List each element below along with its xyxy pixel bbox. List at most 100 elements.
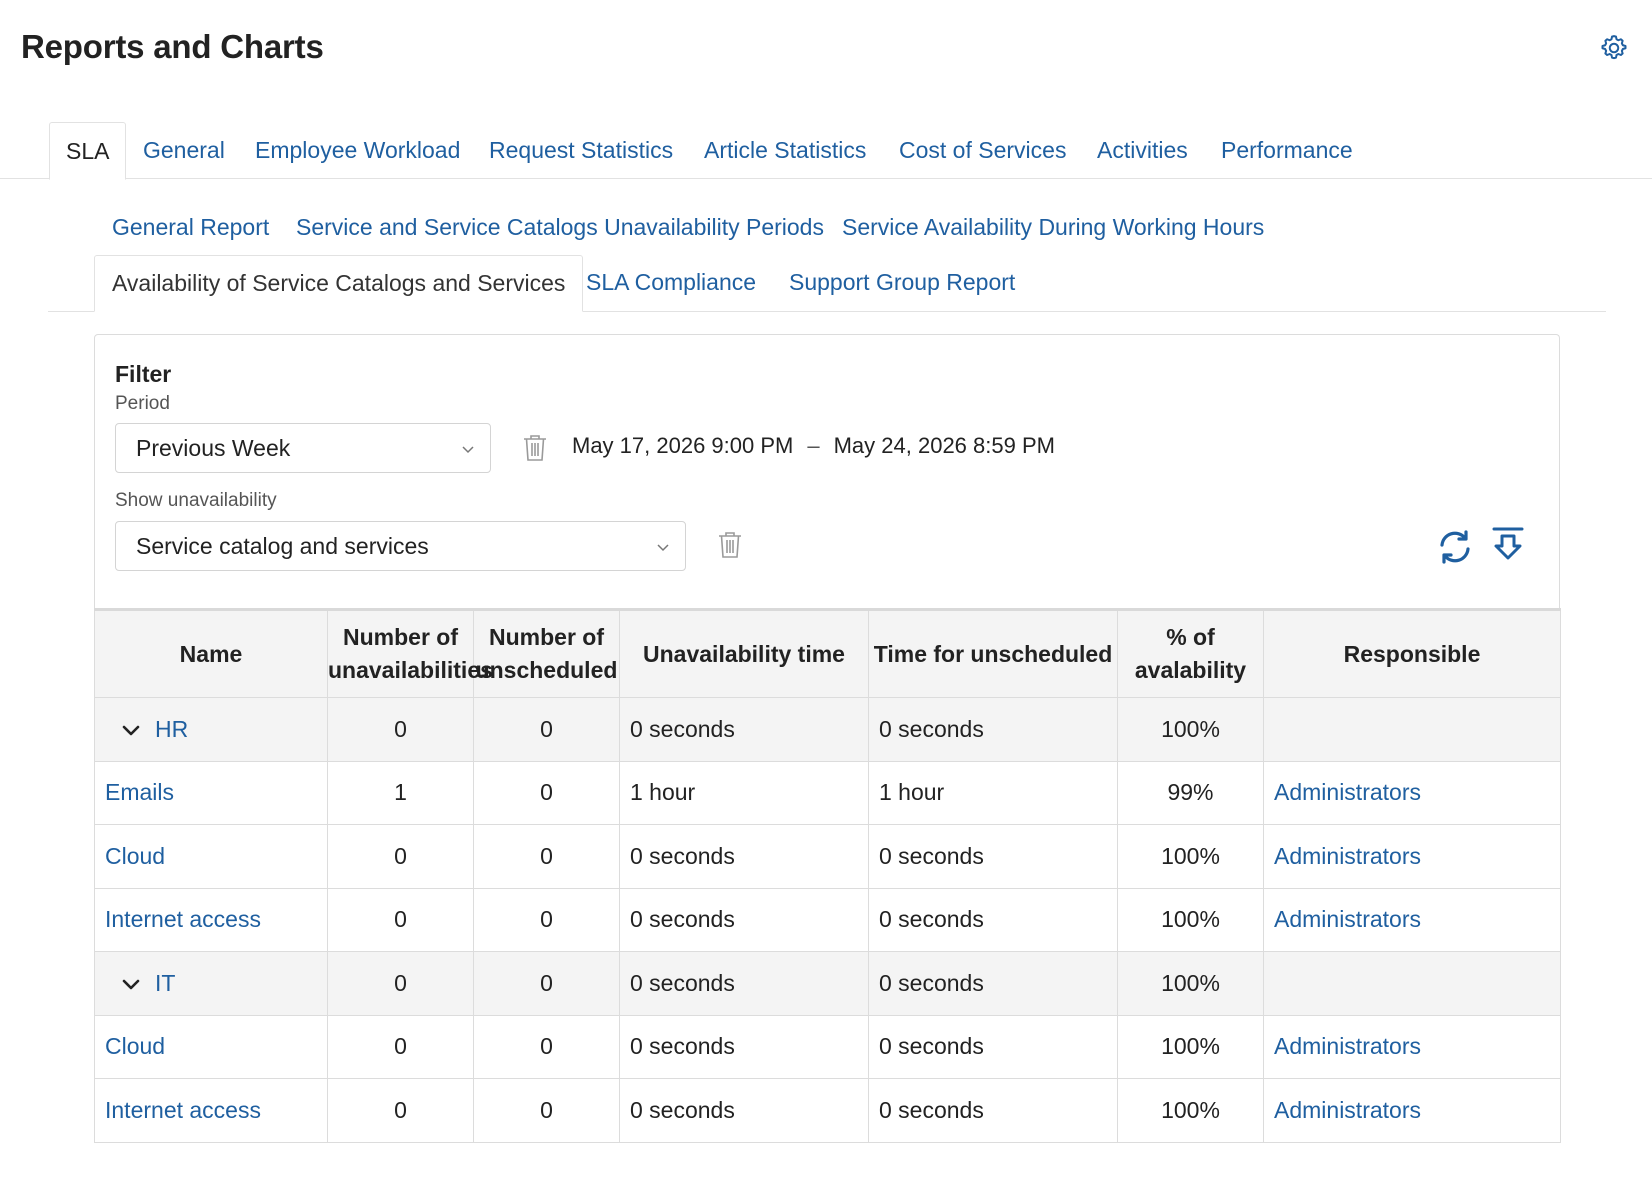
filter-title: Filter (115, 361, 172, 387)
chevron-down-icon (462, 446, 474, 454)
cell-num-unavailabilities: 0 (327, 951, 474, 1016)
header-line: unscheduled (475, 657, 618, 683)
cell-unavailability-time: 0 seconds (619, 1014, 869, 1079)
cell-unavailability-time: 0 seconds (619, 887, 869, 952)
row-name-link[interactable]: Emails (105, 779, 174, 805)
refresh-icon[interactable] (1436, 528, 1474, 566)
table-row: Internet access 0 0 0 seconds 0 seconds … (94, 1078, 1561, 1143)
tab-sla[interactable]: SLA (49, 122, 127, 180)
show-unavailability-select[interactable]: Service catalog and services (115, 521, 686, 571)
cell-responsible: Administrators (1263, 1078, 1561, 1143)
tab-cost-of-services[interactable]: Cost of Services (899, 122, 1066, 179)
cell-num-unavailabilities: 0 (327, 887, 474, 952)
table-body: HR 0 0 0 seconds 0 seconds 100% Emails 1… (94, 697, 1561, 1143)
cell-num-unscheduled: 0 (473, 951, 620, 1016)
responsible-link[interactable]: Administrators (1274, 906, 1421, 932)
chevron-down-icon[interactable] (121, 978, 141, 992)
cell-time-unscheduled: 0 seconds (868, 697, 1118, 762)
date-to: May 24, 2026 8:59 PM (833, 433, 1055, 458)
cell-time-unscheduled: 1 hour (868, 760, 1118, 825)
period-select[interactable]: Previous Week (115, 423, 491, 473)
row-name-link[interactable]: IT (155, 970, 175, 996)
row-name-link[interactable]: Cloud (105, 843, 165, 869)
cell-responsible (1263, 951, 1561, 1016)
column-header-responsible[interactable]: Responsible (1263, 608, 1561, 698)
column-header-number-of-unavailabilities[interactable]: Number of unavailabilities (327, 608, 493, 698)
show-unavailability-label: Show unavailability (115, 490, 277, 511)
table-row: Cloud 0 0 0 seconds 0 seconds 100% Admin… (94, 824, 1561, 889)
chevron-down-icon[interactable] (121, 724, 141, 738)
column-header-percent-availability[interactable]: % of avalability (1117, 608, 1264, 698)
row-name-cell: Internet access (94, 1078, 328, 1143)
period-label: Period (115, 393, 170, 414)
row-name-cell: Cloud (94, 824, 328, 889)
responsible-link[interactable]: Administrators (1274, 1033, 1421, 1059)
row-name-link[interactable]: Cloud (105, 1033, 165, 1059)
cell-unavailability-time: 0 seconds (619, 951, 869, 1016)
filter-panel: Filter Period Previous Week May 17, 2026… (94, 334, 1560, 608)
row-name-cell: Cloud (94, 1014, 328, 1079)
cell-num-unscheduled: 0 (473, 1014, 620, 1079)
gear-icon[interactable] (1599, 33, 1629, 63)
cell-responsible (1263, 697, 1561, 762)
cell-unavailability-time: 0 seconds (619, 697, 869, 762)
cell-percent-availability: 100% (1117, 887, 1264, 952)
subtab-availability-catalogs-services[interactable]: Availability of Service Catalogs and Ser… (94, 255, 584, 312)
cell-time-unscheduled: 0 seconds (868, 1078, 1118, 1143)
row-name-cell: HR (94, 697, 328, 762)
row-name-cell: IT (94, 951, 328, 1016)
table-row: Emails 1 0 1 hour 1 hour 99% Administrat… (94, 760, 1561, 825)
date-range: May 17, 2026 9:00 PM – May 24, 2026 8:59 P… (572, 433, 1055, 459)
date-separator: – (807, 433, 820, 458)
tab-request-statistics[interactable]: Request Statistics (489, 122, 673, 179)
header-line: % of (1166, 624, 1215, 650)
cell-percent-availability: 100% (1117, 951, 1264, 1016)
tab-activities[interactable]: Activities (1097, 122, 1188, 179)
table-row: Internet access 0 0 0 seconds 0 seconds … (94, 887, 1561, 952)
responsible-link[interactable]: Administrators (1274, 843, 1421, 869)
cell-responsible: Administrators (1263, 887, 1561, 952)
cell-responsible: Administrators (1263, 760, 1561, 825)
header-line: Number of (489, 624, 604, 650)
cell-num-unavailabilities: 0 (327, 697, 474, 762)
row-name-link[interactable]: HR (155, 716, 188, 742)
page-title: Reports and Charts (21, 28, 324, 65)
cell-percent-availability: 100% (1117, 1014, 1264, 1079)
row-name-cell: Internet access (94, 887, 328, 952)
column-header-unavailability-time[interactable]: Unavailability time (619, 608, 869, 698)
subtab-sla-compliance[interactable]: SLA Compliance (586, 255, 756, 311)
table-row-group: HR 0 0 0 seconds 0 seconds 100% (94, 697, 1561, 762)
row-name-link[interactable]: Internet access (105, 1097, 261, 1123)
responsible-link[interactable]: Administrators (1274, 1097, 1421, 1123)
download-icon[interactable] (1491, 526, 1525, 562)
header-line: unavailabilities (328, 657, 493, 683)
trash-icon[interactable] (522, 433, 548, 463)
column-header-time-for-unscheduled[interactable]: Time for unscheduled (868, 608, 1118, 698)
subtab-unavailability-periods[interactable]: Service and Service Catalogs Unavailabil… (296, 200, 824, 256)
cell-percent-availability: 100% (1117, 697, 1264, 762)
tab-employee-workload[interactable]: Employee Workload (255, 122, 460, 179)
subtab-availability-working-hours[interactable]: Service Availability During Working Hour… (842, 200, 1264, 256)
tab-article-statistics[interactable]: Article Statistics (704, 122, 866, 179)
cell-num-unavailabilities: 0 (327, 1078, 474, 1143)
table-header-row: Name Number of unavailabilities Number of… (94, 608, 1561, 698)
tab-performance[interactable]: Performance (1221, 122, 1353, 179)
cell-num-unscheduled: 0 (473, 824, 620, 889)
chevron-down-icon (657, 544, 669, 552)
cell-unavailability-time: 0 seconds (619, 824, 869, 889)
cell-unavailability-time: 1 hour (619, 760, 869, 825)
cell-num-unscheduled: 0 (473, 887, 620, 952)
availability-table: Name Number of unavailabilities Number of… (94, 608, 1561, 1143)
tab-general[interactable]: General (143, 122, 225, 179)
responsible-link[interactable]: Administrators (1274, 779, 1421, 805)
cell-num-unscheduled: 0 (473, 760, 620, 825)
row-name-link[interactable]: Internet access (105, 906, 261, 932)
subtab-support-group-report[interactable]: Support Group Report (789, 255, 1015, 311)
column-header-number-of-unscheduled[interactable]: Number of unscheduled (473, 608, 620, 698)
header-line: avalability (1134, 657, 1247, 683)
column-header-name[interactable]: Name (94, 608, 328, 698)
sub-tabs: General Report Service and Service Catal… (48, 200, 1606, 312)
cell-responsible: Administrators (1263, 824, 1561, 889)
trash-icon[interactable] (717, 530, 743, 560)
subtab-general-report[interactable]: General Report (112, 200, 269, 256)
